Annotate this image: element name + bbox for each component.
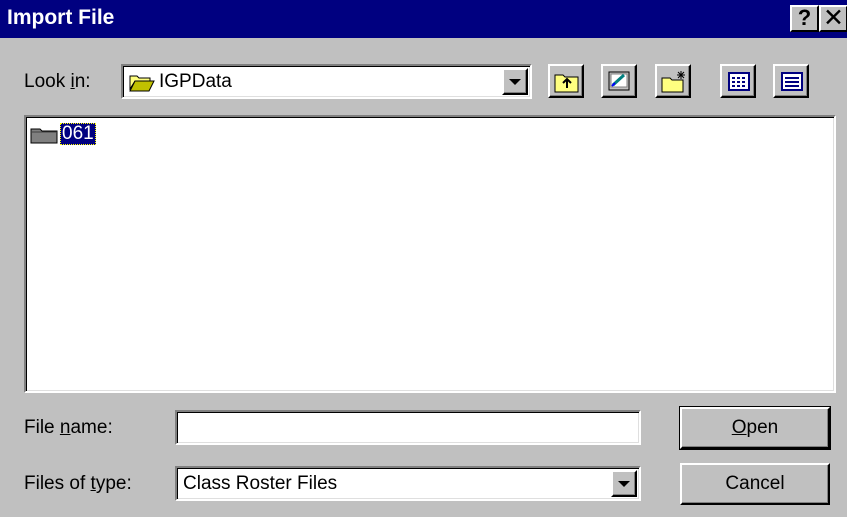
title-bar[interactable]: Import File ? ✕: [0, 0, 847, 38]
go-to-desktop-button[interactable]: [601, 64, 637, 98]
file-list[interactable]: 061: [24, 115, 836, 393]
cancel-button[interactable]: Cancel: [680, 463, 830, 505]
files-of-type-dropdown-button[interactable]: [611, 470, 637, 497]
look-in-value: IGPData: [159, 71, 232, 92]
up-folder-icon: [554, 74, 579, 93]
folder-icon: [30, 128, 58, 144]
help-button[interactable]: ?: [790, 5, 819, 32]
chevron-down-icon: [509, 78, 521, 85]
open-button[interactable]: Open: [679, 406, 831, 450]
files-of-type-combobox[interactable]: Class Roster Files: [175, 466, 641, 501]
import-file-dialog: Import File ? ✕ Look in: IGPData 061 Fil…: [0, 0, 847, 517]
files-of-type-value: Class Roster Files: [183, 473, 338, 494]
list-view-icon: [728, 72, 750, 91]
new-folder-icon: [661, 71, 685, 93]
list-item-label: 061: [60, 123, 96, 145]
open-folder-icon: [129, 75, 155, 92]
look-in-combobox[interactable]: IGPData: [121, 64, 532, 99]
details-view-icon: [781, 72, 803, 91]
background-strip: [0, 517, 847, 529]
look-in-label: Look in:: [24, 71, 91, 92]
file-name-label: File name:: [24, 417, 113, 438]
look-in-dropdown-button[interactable]: [502, 68, 528, 95]
create-new-folder-button[interactable]: [655, 64, 691, 98]
files-of-type-label: Files of type:: [24, 473, 132, 494]
desktop-icon: [608, 71, 630, 91]
details-view-button[interactable]: [773, 64, 809, 98]
close-icon: ✕: [823, 4, 844, 32]
file-name-input[interactable]: [175, 410, 641, 445]
close-button[interactable]: ✕: [819, 5, 847, 32]
list-view-button[interactable]: [720, 64, 756, 98]
up-one-level-button[interactable]: [548, 64, 584, 98]
help-icon: ?: [797, 5, 812, 30]
chevron-down-icon: [618, 480, 630, 487]
dialog-title: Import File: [7, 6, 115, 29]
